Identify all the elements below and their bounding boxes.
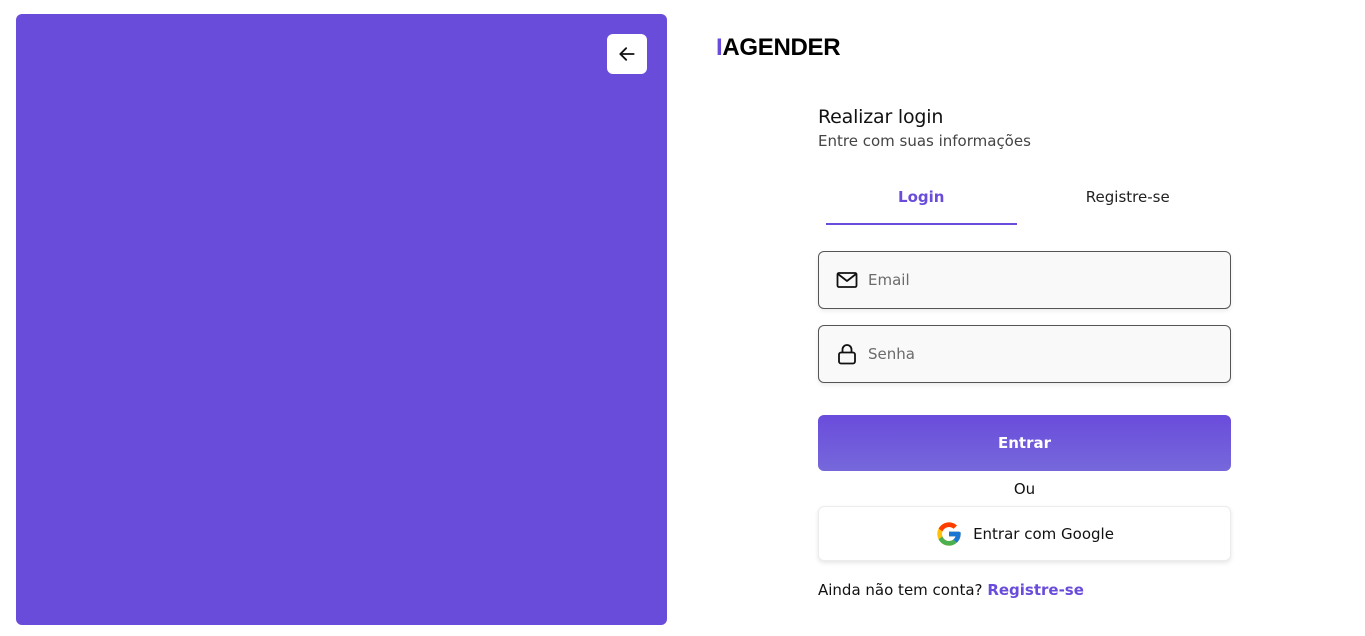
or-divider: Ou <box>1013 480 1036 498</box>
logo-text: AGENDER <box>722 34 841 61</box>
email-input[interactable] <box>868 260 1208 300</box>
google-button-label: Entrar com Google <box>973 524 1114 543</box>
back-button[interactable] <box>607 34 647 74</box>
lock-icon <box>835 342 859 366</box>
email-field[interactable] <box>818 251 1231 309</box>
register-link[interactable]: Registre-se <box>987 581 1084 599</box>
tab-register[interactable]: Registre-se <box>1025 185 1232 227</box>
mail-icon <box>835 268 859 292</box>
login-submit-button[interactable]: Entrar <box>818 415 1231 471</box>
register-question: Ainda não tem conta? <box>818 581 983 599</box>
hero-panel <box>16 14 667 625</box>
password-field[interactable] <box>818 325 1231 383</box>
login-form: Realizar login Entre com suas informaçõe… <box>818 104 1231 600</box>
login-page: IAGENDER Realizar login Entre com suas i… <box>0 0 1365 636</box>
password-input[interactable] <box>868 334 1208 374</box>
register-prompt: Ainda não tem conta? Registre-se <box>818 580 1231 600</box>
google-login-button[interactable]: Entrar com Google <box>818 506 1231 561</box>
form-title: Realizar login <box>818 106 944 128</box>
google-icon <box>935 520 963 548</box>
tab-login[interactable]: Login <box>818 185 1025 227</box>
arrow-left-icon <box>619 47 635 61</box>
active-tab-indicator <box>826 223 1017 225</box>
form-subtitle: Entre com suas informações <box>818 132 1031 150</box>
logo: IAGENDER <box>716 34 841 62</box>
auth-tabs: Login Registre-se <box>818 185 1231 227</box>
